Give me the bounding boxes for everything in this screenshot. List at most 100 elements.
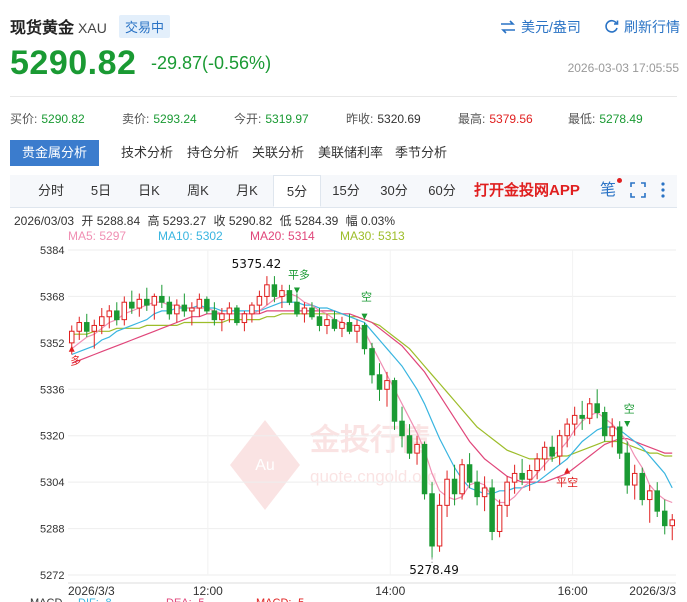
candle-body <box>114 310 120 321</box>
candle-body <box>639 472 645 501</box>
x-tick-label: 14:00 <box>375 584 405 598</box>
candle-body <box>181 304 188 312</box>
candle-body <box>354 324 360 332</box>
signal-short-2: 空 <box>624 402 635 416</box>
candle-body <box>271 284 278 297</box>
candle-body <box>369 348 375 376</box>
candle-body <box>84 322 90 332</box>
y-tick-label: 5384 <box>40 245 64 257</box>
x-tick-label: 2026/3/3 <box>68 584 115 598</box>
candle-body <box>526 470 533 480</box>
candle-body <box>661 510 668 527</box>
candle-body <box>534 458 540 472</box>
x-tick-label: 12:00 <box>193 584 223 598</box>
candle-body <box>594 403 600 414</box>
candle-body <box>159 295 165 303</box>
candle-body <box>144 298 150 306</box>
watermark-logo-text: Au <box>255 457 275 474</box>
candle-body <box>451 478 458 495</box>
candle-body <box>234 307 240 324</box>
candle-body <box>204 298 210 312</box>
candle-body <box>609 426 615 437</box>
candle-body <box>489 487 495 532</box>
candle-body <box>339 322 345 329</box>
candle-body <box>256 295 263 306</box>
candle-body <box>481 487 488 498</box>
candle-body <box>129 301 135 309</box>
signal-close-short-arrow <box>564 467 571 474</box>
candle-body <box>331 319 338 329</box>
candle-body <box>166 301 173 315</box>
candle-body <box>564 423 570 437</box>
y-tick-label: 5272 <box>40 570 64 582</box>
candle-body <box>106 310 113 318</box>
candle-body <box>459 464 465 495</box>
candle-body <box>316 316 323 326</box>
macd-legend-item: MACD: -5 <box>256 597 304 602</box>
ma10-line <box>71 301 673 495</box>
candle-body <box>264 284 270 297</box>
candle-body <box>121 301 128 321</box>
macd-legend-item: MACD <box>30 597 62 602</box>
y-tick-label: 5288 <box>40 524 64 536</box>
candle-body <box>414 443 420 454</box>
y-tick-label: 5304 <box>40 477 64 489</box>
candle-body <box>631 472 638 486</box>
candle-body <box>504 481 510 506</box>
candle-body <box>241 313 248 324</box>
candle-body <box>189 307 195 312</box>
macd-legend-item: DEA: -5 <box>166 597 205 602</box>
signal-short: 空 <box>361 289 372 303</box>
candle-body <box>474 481 480 498</box>
candle-body <box>219 313 225 321</box>
y-tick-label: 5352 <box>40 338 64 350</box>
low-price-label: 5278.49 <box>409 563 459 577</box>
candle-body <box>361 324 368 350</box>
candle-body <box>646 490 653 501</box>
watermark-site: quote.cngold.org <box>310 467 437 486</box>
candle-body <box>436 504 443 547</box>
candle-body <box>99 316 105 326</box>
candlestick-chart[interactable]: Au金投行情quote.cngold.org 5272 5288 5304 5320 53… <box>0 0 687 602</box>
watermark: Au金投行情quote.cngold.org <box>230 420 437 510</box>
candle-body <box>549 446 555 457</box>
candle-body <box>69 330 75 344</box>
candle-body <box>346 322 353 332</box>
candle-body <box>616 426 623 454</box>
candle-body <box>519 472 525 480</box>
candle-body <box>309 307 315 318</box>
candle-body <box>511 472 518 483</box>
candle-body <box>391 380 398 422</box>
candle-body <box>294 301 300 315</box>
candle-body <box>586 403 593 419</box>
candle-body <box>376 374 383 390</box>
candle-body <box>249 304 255 315</box>
candle-body <box>301 307 308 315</box>
candle-body <box>571 414 578 425</box>
candle-body <box>196 298 203 309</box>
candle-body <box>406 435 413 454</box>
y-tick-label: 5320 <box>40 431 64 443</box>
candle-body <box>556 435 563 457</box>
candle-body <box>279 290 285 297</box>
x-tick-label: 2026/3/3 <box>629 584 676 598</box>
candle-body <box>286 290 293 303</box>
high-price-label: 5375.42 <box>232 257 282 271</box>
candle-body <box>226 307 233 315</box>
signal-close-long: 平多 <box>288 267 310 281</box>
signal-short-2-arrow <box>624 421 631 428</box>
candle-body <box>601 412 608 437</box>
candle-body <box>76 322 83 332</box>
candle-body <box>399 420 405 437</box>
signal-close-long-arrow <box>293 287 300 294</box>
candle-body <box>654 490 660 512</box>
candle-body <box>136 298 143 309</box>
candle-body <box>496 504 503 532</box>
candle-body <box>624 452 630 486</box>
signal-close-short: 平空 <box>556 475 578 489</box>
candle-body <box>444 478 450 506</box>
candle-body <box>669 519 675 527</box>
candle-body <box>429 493 435 547</box>
candle-body <box>174 304 180 315</box>
signal-long: 多 <box>70 354 81 368</box>
